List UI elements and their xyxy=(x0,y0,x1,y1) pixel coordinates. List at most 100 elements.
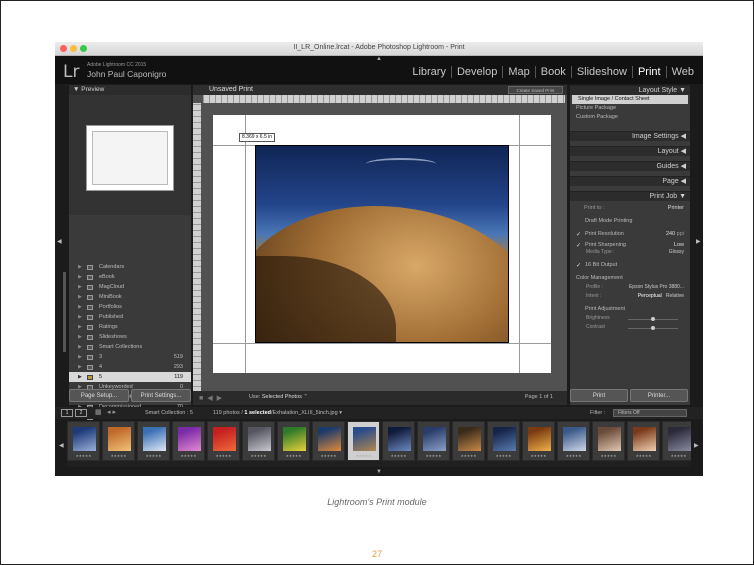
expand-triangle-icon[interactable]: ▶ xyxy=(78,294,82,300)
expand-triangle-icon[interactable]: ▶ xyxy=(78,264,82,270)
section-header-layout[interactable]: Layout ◀ xyxy=(570,146,690,156)
filmstrip-thumbnail[interactable]: ★★★★★ xyxy=(172,421,205,461)
collection-item[interactable]: ▶ Ratings xyxy=(69,322,191,332)
intent-relative-option[interactable]: Relative xyxy=(666,293,684,299)
section-header-page[interactable]: Page ◀ xyxy=(570,176,690,186)
bottom-panel-toggle-icon[interactable]: ▼ xyxy=(376,469,382,475)
module-library[interactable]: Library xyxy=(407,66,451,78)
module-develop[interactable]: Develop xyxy=(450,66,502,78)
expand-triangle-icon[interactable]: ▶ xyxy=(78,274,82,280)
right-panel-toggle-icon[interactable]: ▶ xyxy=(696,238,701,245)
section-header-print-job[interactable]: Print Job ▼ xyxy=(570,191,690,201)
left-panel-scrollbar[interactable] xyxy=(63,272,66,352)
filmstrip-thumbnail[interactable]: ★★★★★ xyxy=(277,421,310,461)
filmstrip-thumbnail[interactable]: ★★★★★ xyxy=(102,421,135,461)
print-resolution-checkbox[interactable]: ✓ xyxy=(576,231,581,238)
expand-triangle-icon[interactable]: ▶ xyxy=(78,304,82,310)
collection-item[interactable]: ▶ eBook xyxy=(69,272,191,282)
page-navigation-icons[interactable]: ■◀▶ xyxy=(199,394,226,402)
expand-triangle-icon[interactable]: ▶ xyxy=(78,314,82,320)
contrast-slider[interactable] xyxy=(628,326,678,330)
filmstrip-thumbnail[interactable]: ★★★★★ xyxy=(522,421,555,461)
profile-value[interactable]: Epson Stylus Pro 3880... xyxy=(629,284,684,290)
print-sharpening-checkbox[interactable]: ✓ xyxy=(576,242,581,249)
filmstrip-thumbnail[interactable]: ★★★★★ xyxy=(137,421,170,461)
layout-option[interactable]: Picture Package xyxy=(570,104,690,113)
module-book[interactable]: Book xyxy=(534,66,571,78)
navigation-arrows-icon[interactable]: ◂ ▸ xyxy=(107,408,116,416)
filmstrip-thumbnail[interactable]: ★★★★★ xyxy=(452,421,485,461)
module-web[interactable]: Web xyxy=(665,66,699,78)
grid-view-icon[interactable]: ▦ xyxy=(95,408,102,416)
filmstrip-page-2[interactable]: 2 xyxy=(75,409,87,417)
bottom-margin-guide[interactable] xyxy=(213,343,551,344)
collection-item[interactable]: ▶ Published xyxy=(69,312,191,322)
media-type-value[interactable]: Glossy xyxy=(669,249,684,255)
module-print[interactable]: Print xyxy=(631,66,666,78)
collection-item[interactable]: ▶ 4 293 xyxy=(69,362,191,372)
collection-item[interactable]: ▶ Slideshows xyxy=(69,332,191,342)
collection-item[interactable]: ▶ Smart Collections xyxy=(69,342,191,352)
filmstrip-thumbnail[interactable]: ★★★★★ xyxy=(347,421,380,461)
expand-triangle-icon[interactable]: ▶ xyxy=(78,364,82,370)
page-setup-button[interactable]: Page Setup... xyxy=(69,389,129,402)
left-panel-toggle-icon[interactable]: ◀ xyxy=(57,238,62,245)
print-button[interactable]: Print xyxy=(570,389,628,402)
filmstrip-thumbnail[interactable]: ★★★★★ xyxy=(382,421,415,461)
collection-item[interactable]: ▶ Calendars xyxy=(69,262,191,272)
filmstrip-thumbnail[interactable]: ★★★★★ xyxy=(67,421,100,461)
section-header-image-settings[interactable]: Image Settings ◀ xyxy=(570,131,690,141)
top-panel-toggle-icon[interactable]: ▲ xyxy=(376,56,382,62)
printer-button[interactable]: Printer... xyxy=(630,389,688,402)
filmstrip-thumbnail[interactable]: ★★★★★ xyxy=(487,421,520,461)
right-margin-guide[interactable] xyxy=(519,115,520,373)
filmstrip-source[interactable]: Smart Collection : 5 xyxy=(145,410,193,416)
filmstrip-page-1[interactable]: 1 xyxy=(61,409,73,417)
draft-mode-row[interactable]: Draft Mode Printing xyxy=(570,214,690,227)
module-map[interactable]: Map xyxy=(502,66,534,78)
expand-triangle-icon[interactable]: ▶ xyxy=(78,284,82,290)
collection-item[interactable]: ▶ MagCloud xyxy=(69,282,191,292)
collection-item[interactable]: ▶ MiniBook xyxy=(69,292,191,302)
expand-triangle-icon[interactable]: ▶ xyxy=(78,324,82,330)
filmstrip-thumbnail[interactable]: ★★★★★ xyxy=(207,421,240,461)
expand-triangle-icon[interactable]: ▶ xyxy=(78,334,82,340)
print-settings-button[interactable]: Print Settings... xyxy=(131,389,191,402)
filmstrip-thumbnail[interactable]: ★★★★★ xyxy=(557,421,590,461)
print-sharpening-row[interactable]: ✓ Print Sharpening Low xyxy=(570,240,690,250)
filmstrip-thumbnail[interactable]: ★★★★★ xyxy=(627,421,660,461)
intent-perceptual-option[interactable]: Perceptual xyxy=(638,293,662,299)
print-photo[interactable] xyxy=(255,145,509,343)
bit-output-checkbox[interactable]: ✓ xyxy=(576,262,581,269)
left-margin-guide[interactable] xyxy=(245,115,246,373)
layout-option[interactable]: Single Image / Contact Sheet xyxy=(572,95,688,104)
expand-triangle-icon[interactable]: ▶ xyxy=(78,354,82,360)
media-type-row[interactable]: Media Type : Glossy xyxy=(570,249,690,258)
filmstrip-scroll-right-icon[interactable]: ▶ xyxy=(694,442,699,449)
create-saved-print-button[interactable]: Create Saved Print xyxy=(508,86,563,94)
draft-mode-checkbox[interactable] xyxy=(576,218,581,223)
collection-item[interactable]: ▶ Portfolios xyxy=(69,302,191,312)
filmstrip-scroll-left-icon[interactable]: ◀ xyxy=(59,442,64,449)
collection-item[interactable]: ▶ 3 519 xyxy=(69,352,191,362)
print-adjustment-checkbox[interactable] xyxy=(576,306,581,311)
filmstrip-thumbnail[interactable]: ★★★★★ xyxy=(242,421,275,461)
print-to-row[interactable]: Print to : Printer xyxy=(570,201,690,214)
brightness-slider-knob[interactable] xyxy=(651,317,655,321)
filter-dropdown[interactable]: Filters Off xyxy=(613,409,687,417)
print-sharpening-value[interactable]: Low xyxy=(674,242,684,248)
use-selector[interactable]: Use: Selected Photos ⌃ xyxy=(249,394,308,400)
profile-row[interactable]: Profile : Epson Stylus Pro 3880... xyxy=(570,284,690,293)
bit-output-row[interactable]: ✓ 16 Bit Output xyxy=(570,258,690,271)
layout-style-header[interactable]: Layout Style ▼ xyxy=(570,85,690,95)
preview-panel-header[interactable]: ▼ Preview xyxy=(69,85,191,95)
brightness-slider[interactable] xyxy=(628,317,678,321)
print-resolution-value[interactable]: 240 xyxy=(666,231,675,237)
contrast-slider-knob[interactable] xyxy=(651,326,655,330)
filmstrip-thumbnail[interactable]: ★★★★★ xyxy=(662,421,691,461)
layout-option[interactable]: Custom Package xyxy=(570,113,690,122)
print-resolution-row[interactable]: ✓ Print Resolution 240 ppi xyxy=(570,227,690,240)
filmstrip-thumbnail[interactable]: ★★★★★ xyxy=(312,421,345,461)
section-header-guides[interactable]: Guides ◀ xyxy=(570,161,690,171)
module-slideshow[interactable]: Slideshow xyxy=(570,66,632,78)
